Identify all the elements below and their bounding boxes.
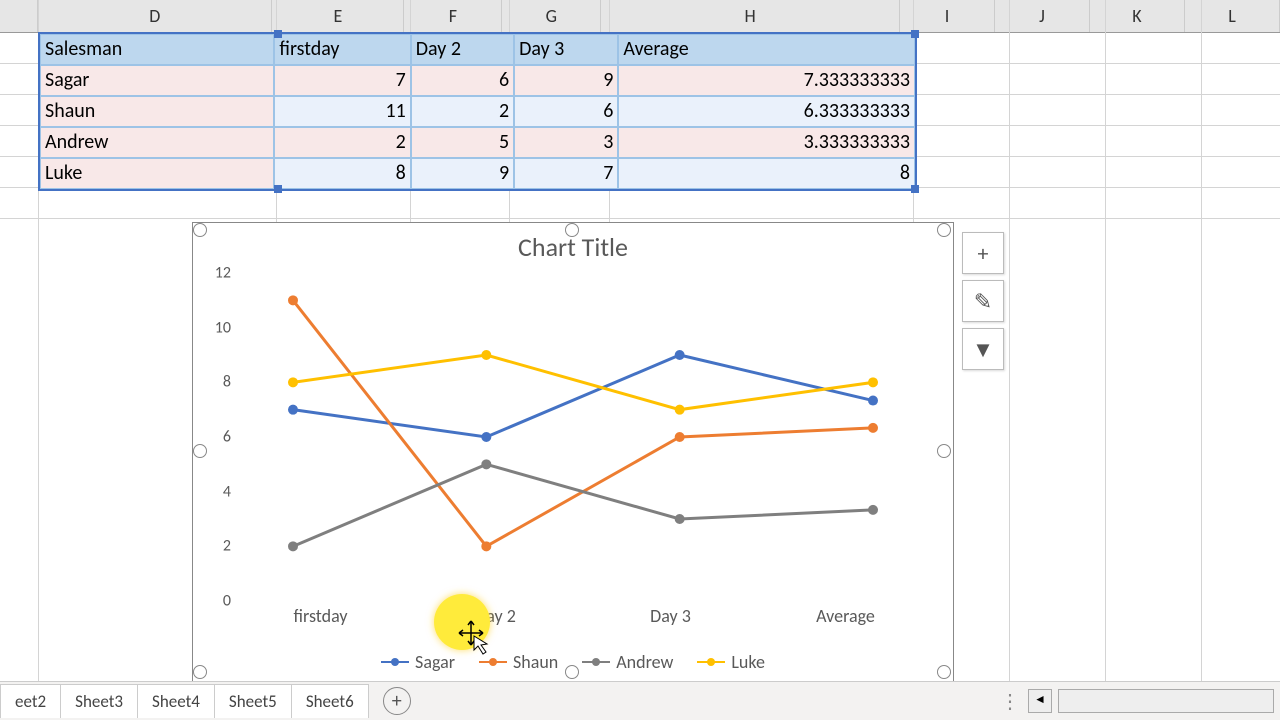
y-axis: 024681012 [203,273,231,601]
legend-item[interactable]: Andrew [582,651,673,673]
data-table[interactable]: Salesman firstday Day 2 Day 3 Average Sa… [38,32,917,191]
cell-v[interactable]: 3.333333333 [618,127,915,158]
legend-label: Andrew [616,651,673,673]
chart-lines[interactable] [233,273,933,601]
cell-v[interactable]: 2 [274,127,410,158]
chart-filter-button[interactable]: ▼ [962,328,1004,370]
cell-v[interactable]: 5 [411,127,514,158]
resize-handle[interactable] [193,444,207,458]
cell-v[interactable]: 6 [411,65,514,96]
x-axis: firstdayDay 2Day 3Average [233,605,933,635]
cell-name[interactable]: Shaun [40,96,274,127]
scroll-track[interactable] [1058,689,1274,713]
x-tick: Day 3 [583,605,758,635]
horizontal-scroll: ⋮ ◄ [990,681,1280,720]
resize-handle[interactable] [565,223,579,237]
chart-elements-button[interactable]: + [962,232,1004,274]
table-row: Andrew 2 5 3 3.333333333 [40,127,915,158]
cell-v[interactable]: 7 [514,158,618,189]
y-tick: 4 [223,482,231,501]
range-handle[interactable] [911,30,919,38]
legend-label: Sagar [415,651,455,673]
brush-icon: ✎ [974,288,992,315]
range-handle[interactable] [274,185,282,193]
y-tick: 0 [223,592,231,611]
chart-object[interactable]: Chart Title 024681012 firstdayDay 2Day 3… [192,222,954,682]
cell-v[interactable]: 6 [514,96,618,127]
cell-v[interactable]: 7.333333333 [618,65,915,96]
y-tick: 8 [223,373,231,392]
table-header-firstday[interactable]: firstday [274,34,410,65]
resize-handle[interactable] [937,444,951,458]
cell-v[interactable]: 7 [274,65,410,96]
chart-side-buttons: + ✎ ▼ [962,232,1004,370]
x-tick: firstday [233,605,408,635]
table-header-day3[interactable]: Day 3 [514,34,618,65]
legend-item[interactable]: Shaun [479,651,558,673]
sheet-tab[interactable]: eet2 [0,684,61,718]
legend-item[interactable]: Sagar [381,651,455,673]
sheet-tab[interactable]: Sheet3 [60,684,138,718]
click-highlight [434,594,490,650]
table-row: Luke 8 9 7 8 [40,158,915,189]
resize-handle[interactable] [937,665,951,679]
legend-label: Shaun [513,651,558,673]
y-tick: 6 [223,428,231,447]
y-tick: 10 [215,318,231,337]
cell-v[interactable]: 9 [411,158,514,189]
resize-handle[interactable] [193,665,207,679]
sheet-tab[interactable]: Sheet4 [137,684,215,718]
plot-area[interactable]: 024681012 firstdayDay 2Day 3Average [233,273,933,601]
filter-icon: ▼ [972,336,994,363]
resize-handle[interactable] [937,223,951,237]
plus-icon: + [978,240,989,267]
cell-v[interactable]: 11 [274,96,410,127]
table-header-row: Salesman firstday Day 2 Day 3 Average [40,34,915,65]
cell-name[interactable]: Andrew [40,127,274,158]
table-header-day2[interactable]: Day 2 [411,34,514,65]
table-row: Sagar 7 6 9 7.333333333 [40,65,915,96]
resize-handle[interactable] [193,223,207,237]
cell-v[interactable]: 3 [514,127,618,158]
cell-name[interactable]: Luke [40,158,274,189]
x-tick: Average [758,605,933,635]
sheet-tab[interactable]: Sheet6 [291,684,369,718]
ellipsis-icon[interactable]: ⋮ [1000,689,1022,714]
sheet-tab[interactable]: Sheet5 [214,684,292,718]
range-handle[interactable] [911,185,919,193]
chart-styles-button[interactable]: ✎ [962,280,1004,322]
cell-v[interactable]: 8 [618,158,915,189]
legend-label: Luke [731,651,765,673]
table-header-average[interactable]: Average [618,34,915,65]
cell-name[interactable]: Sagar [40,65,274,96]
legend-item[interactable]: Luke [697,651,765,673]
y-tick: 12 [215,264,231,283]
cell-v[interactable]: 6.333333333 [618,96,915,127]
table-header-salesman[interactable]: Salesman [40,34,274,65]
cell-v[interactable]: 2 [411,96,514,127]
table-body: Sagar 7 6 9 7.333333333 Shaun 11 2 6 6.3… [40,65,915,189]
resize-handle[interactable] [565,665,579,679]
add-sheet-button[interactable]: + [383,687,411,715]
table-row: Shaun 11 2 6 6.333333333 [40,96,915,127]
cell-v[interactable]: 8 [274,158,410,189]
cell-v[interactable]: 9 [514,65,618,96]
scroll-left-button[interactable]: ◄ [1028,689,1052,713]
y-tick: 2 [223,537,231,556]
range-handle[interactable] [274,30,282,38]
